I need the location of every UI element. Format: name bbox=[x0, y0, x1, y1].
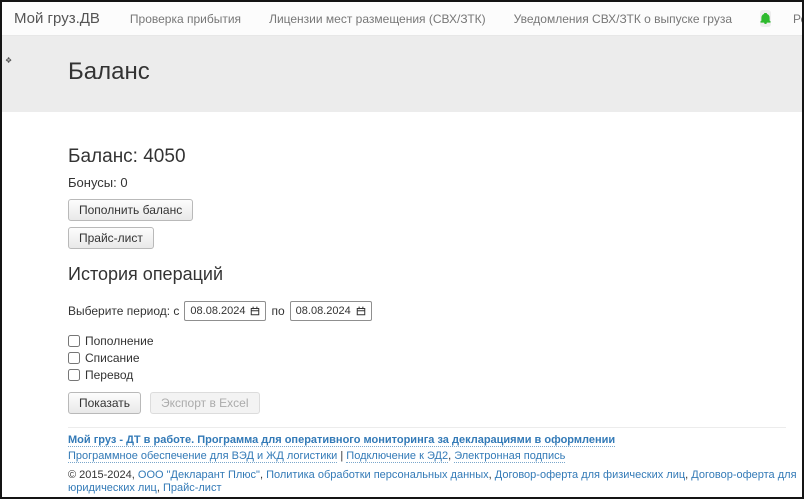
privacy-policy-link[interactable]: Политика обработки персональных данных bbox=[266, 469, 489, 481]
separator: | bbox=[337, 450, 346, 462]
main-content: Баланс: 4050 Бонусы: 0 Пополнить баланс … bbox=[2, 146, 802, 499]
bonus-amount: Бонусы: 0 bbox=[68, 175, 802, 190]
date-from-value: 08.08.2024 bbox=[190, 305, 245, 317]
nav-item-arrival-check[interactable]: Проверка прибытия bbox=[130, 12, 241, 26]
period-to-label: по bbox=[271, 304, 284, 318]
operation-type-filters: Пополнение Списание Перевод bbox=[68, 334, 802, 382]
footer-products-line: Программное обеспечение для ВЭД и ЖД лог… bbox=[68, 450, 802, 463]
notification-bell-button[interactable] bbox=[760, 10, 771, 27]
bell-icon bbox=[760, 13, 771, 24]
sidebar-toggle-icon[interactable]: ❖ bbox=[5, 56, 12, 65]
export-excel-button: Экспорт в Excel bbox=[150, 392, 259, 414]
filter-label: Перевод bbox=[85, 368, 133, 382]
filter-writeoff[interactable]: Списание bbox=[68, 351, 802, 365]
show-button[interactable]: Показать bbox=[68, 392, 141, 414]
footer-promo-line: Мой груз - ДТ в работе. Программа для оп… bbox=[68, 434, 802, 447]
pricelist-link[interactable]: Прайс-лист bbox=[163, 482, 222, 494]
page-header-band: ❖ Баланс bbox=[2, 36, 802, 112]
region-label: Регион: bbox=[793, 12, 804, 26]
nav-item-licenses[interactable]: Лицензии мест размещения (СВХ/ЗТК) bbox=[269, 12, 486, 26]
company-link[interactable]: ООО "Декларант Плюс" bbox=[138, 469, 260, 481]
footer-divider bbox=[68, 427, 786, 428]
transfer-checkbox[interactable] bbox=[68, 369, 80, 381]
date-to-input[interactable]: 08.08.2024 bbox=[290, 301, 372, 321]
topup-balance-button[interactable]: Пополнить баланс bbox=[68, 199, 193, 221]
promo-link[interactable]: Мой груз - ДТ в работе. Программа для оп… bbox=[68, 434, 615, 447]
esign-link[interactable]: Электронная подпись bbox=[454, 450, 565, 463]
filter-topup[interactable]: Пополнение bbox=[68, 334, 802, 348]
copyright-text: © 2015-2024, bbox=[68, 469, 138, 481]
date-from-input[interactable]: 08.08.2024 bbox=[184, 301, 266, 321]
topup-checkbox[interactable] bbox=[68, 335, 80, 347]
balance-amount: Баланс: 4050 bbox=[68, 146, 802, 168]
app-window: Мой груз.ДВ Проверка прибытия Лицензии м… bbox=[0, 0, 804, 499]
date-to-value: 08.08.2024 bbox=[296, 305, 351, 317]
footer-copyright-line: © 2015-2024, ООО "Декларант Плюс", Полит… bbox=[68, 469, 802, 495]
ed2-link[interactable]: Подключение к ЭД2 bbox=[346, 450, 448, 463]
brand-logo[interactable]: Мой груз.ДВ bbox=[14, 10, 100, 27]
history-section-title: История операций bbox=[68, 264, 802, 285]
page-footer: Мой груз - ДТ в работе. Программа для оп… bbox=[68, 434, 802, 499]
filter-label: Списание bbox=[85, 351, 140, 365]
region-selector[interactable]: Регион: Дальний Восток (ДВТУ)▾ bbox=[793, 12, 804, 26]
calendar-icon[interactable] bbox=[250, 306, 260, 316]
page-title: Баланс bbox=[2, 36, 802, 86]
nav-item-notifications[interactable]: Уведомления СВХ/ЗТК о выпуске груза bbox=[514, 12, 732, 26]
pricelist-button[interactable]: Прайс-лист bbox=[68, 227, 154, 249]
period-filter-row: Выберите период: с 08.08.2024 по 08.08.2… bbox=[68, 301, 802, 321]
filter-label: Пополнение bbox=[85, 334, 154, 348]
top-navbar: Мой груз.ДВ Проверка прибытия Лицензии м… bbox=[2, 2, 802, 36]
period-label: Выберите период: с bbox=[68, 304, 179, 318]
actions-row: Показать Экспорт в Excel bbox=[68, 392, 802, 414]
offer-individuals-link[interactable]: Договор-оферта для физических лиц bbox=[495, 469, 685, 481]
calendar-icon[interactable] bbox=[356, 306, 366, 316]
software-link[interactable]: Программное обеспечение для ВЭД и ЖД лог… bbox=[68, 450, 337, 463]
writeoff-checkbox[interactable] bbox=[68, 352, 80, 364]
filter-transfer[interactable]: Перевод bbox=[68, 368, 802, 382]
